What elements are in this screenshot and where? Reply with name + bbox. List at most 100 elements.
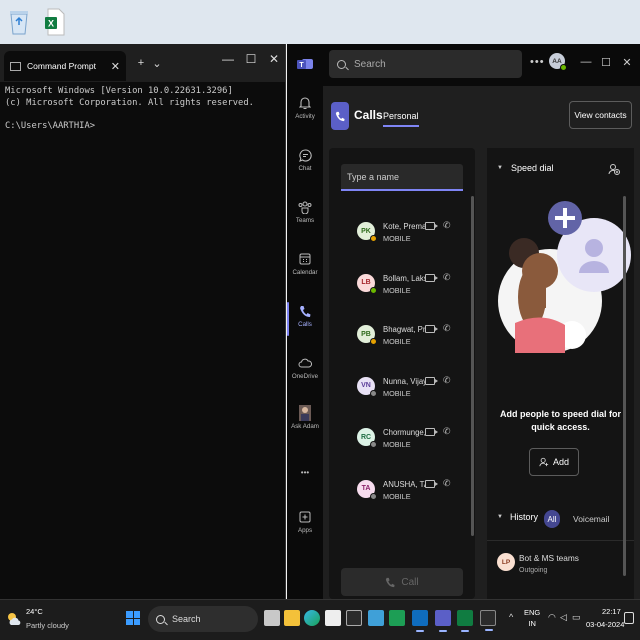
add-person-icon[interactable]: [608, 162, 620, 180]
file-explorer-icon[interactable]: [284, 610, 300, 626]
calls-app-icon: [331, 102, 349, 130]
view-contacts-button[interactable]: View contacts: [569, 101, 632, 129]
notification-bell-icon[interactable]: [624, 612, 634, 624]
call-button[interactable]: Call: [341, 568, 463, 596]
edge-browser-icon[interactable]: [304, 610, 320, 626]
history-item-name[interactable]: Bot & MS teams: [519, 553, 579, 563]
teams-taskbar-icon[interactable]: [435, 610, 451, 632]
cmd-console[interactable]: Microsoft Windows [Version 10.0.22631.32…: [0, 82, 285, 136]
audio-call-icon[interactable]: ✆: [443, 323, 451, 334]
terminal-icon: [10, 61, 21, 71]
notepad-icon[interactable]: [368, 610, 384, 626]
close-button[interactable]: ✕: [264, 52, 284, 66]
clock-time[interactable]: 22:17: [602, 607, 621, 616]
rail-item-chat[interactable]: Chat: [287, 148, 323, 172]
contact-avatar: LB: [357, 273, 377, 294]
outlook-icon[interactable]: [412, 610, 428, 632]
speed-dial-title: Speed dial: [510, 163, 554, 173]
lang-code: ENG: [524, 608, 541, 617]
cmd-tab[interactable]: Command Prompt ✕: [4, 51, 126, 81]
contacts-scrollbar[interactable]: [471, 196, 474, 536]
maximize-button[interactable]: ☐: [241, 52, 261, 66]
avatar-initials: TA: [361, 485, 371, 492]
speed-dial-header[interactable]: ▼ Speed dial: [497, 163, 554, 173]
excel-icon[interactable]: [457, 610, 473, 632]
volume-muted-icon[interactable]: ◁: [560, 612, 567, 623]
rail-item-calendar[interactable]: Calendar: [287, 252, 323, 276]
audio-call-icon[interactable]: ✆: [443, 375, 451, 386]
battery-icon[interactable]: ▭: [572, 612, 581, 623]
video-call-icon[interactable]: [425, 325, 438, 333]
rail-item-ask-adam[interactable]: Ask Adam: [287, 405, 323, 430]
presence-status-icon: [370, 286, 377, 294]
avatar-initials: VN: [361, 382, 371, 389]
contact-row[interactable]: RC Chormunge, ... MOBILE ✆: [329, 420, 475, 464]
start-button[interactable]: [126, 611, 140, 625]
speed-dial-scrollbar[interactable]: [623, 196, 626, 576]
filter-voicemail[interactable]: Voicemail: [573, 514, 609, 524]
video-call-icon[interactable]: [425, 479, 438, 488]
cmd-tab-title: Command Prompt: [27, 61, 96, 71]
speed-dial-pane: ▼ Speed dial Add people to speed dial fo…: [487, 148, 634, 599]
rail-label: Ask Adam: [291, 423, 319, 430]
speed-dial-illustration: [487, 193, 634, 368]
teams-topbar: T Search ••• AA — ☐ ✕: [287, 44, 640, 86]
app-icon[interactable]: [346, 610, 362, 626]
chat-icon: [298, 148, 312, 162]
task-view-icon[interactable]: [264, 610, 280, 626]
minimize-button[interactable]: —: [579, 56, 593, 68]
tab-personal[interactable]: Personal: [383, 111, 419, 127]
recycle-bin-icon[interactable]: [6, 6, 32, 38]
rail-item-calls[interactable]: Calls: [287, 302, 323, 336]
tray-overflow-chevron-icon[interactable]: ^: [509, 612, 513, 622]
rail-item-more[interactable]: •••: [287, 468, 323, 477]
rail-item-onedrive[interactable]: OneDrive: [287, 356, 323, 380]
weather-temp[interactable]: 24°C: [26, 607, 43, 616]
presence-status-icon: [370, 389, 377, 397]
wifi-icon[interactable]: ◠: [548, 612, 556, 623]
maximize-button[interactable]: ☐: [599, 56, 613, 69]
rail-item-activity[interactable]: Activity: [287, 96, 323, 120]
clock-date[interactable]: 03-04-2024: [586, 620, 624, 629]
close-button[interactable]: ✕: [620, 56, 634, 69]
video-call-icon[interactable]: [425, 222, 438, 230]
teams-icon: [298, 200, 312, 214]
audio-call-icon[interactable]: ✆: [443, 272, 451, 283]
weather-desc[interactable]: Partly cloudy: [26, 621, 69, 630]
rail-item-teams[interactable]: Teams: [287, 200, 323, 224]
more-options-icon[interactable]: •••: [530, 56, 545, 68]
video-call-icon[interactable]: [425, 428, 438, 436]
history-header[interactable]: ▼ History: [497, 512, 538, 522]
profile-avatar[interactable]: AA: [549, 53, 567, 71]
contact-number-type: MOBILE: [383, 388, 411, 398]
teams-search-box[interactable]: Search: [329, 50, 522, 78]
language-indicator[interactable]: ENG IN: [524, 607, 540, 629]
spreadsheet-icon[interactable]: [389, 610, 405, 626]
partly-cloudy-icon[interactable]: [6, 611, 22, 627]
filter-all-pill[interactable]: All: [544, 510, 560, 528]
taskbar: 24°C Partly cloudy Search ^ ENG IN ◠ ◁ ▭…: [0, 599, 640, 640]
terminal-taskbar-icon[interactable]: [480, 610, 496, 631]
type-a-name-input[interactable]: Type a name: [341, 164, 463, 191]
contact-row[interactable]: VN Nunna, Vijay... MOBILE ✆: [329, 369, 475, 413]
audio-call-icon[interactable]: ✆: [443, 426, 451, 437]
video-call-icon[interactable]: [425, 376, 438, 385]
contact-row[interactable]: PK Kote, Prema MOBILE ✆: [329, 214, 475, 258]
search-icon: [337, 59, 346, 69]
close-tab-icon[interactable]: ✕: [111, 60, 120, 73]
contact-row[interactable]: LB Bollam, Laks... MOBILE ✆: [329, 266, 475, 310]
add-speed-dial-button[interactable]: Add: [529, 448, 579, 476]
audio-call-icon[interactable]: ✆: [443, 220, 451, 231]
new-tab-button[interactable]: +: [134, 57, 148, 69]
excel-file-icon[interactable]: X: [42, 6, 68, 38]
contact-row[interactable]: TA ANUSHA, TA... MOBILE ✆: [329, 472, 475, 516]
minimize-button[interactable]: —: [218, 52, 238, 66]
collapse-caret-icon: ▼: [497, 514, 503, 520]
audio-call-icon[interactable]: ✆: [443, 478, 451, 489]
contact-row[interactable]: PB Bhagwat, Priti MOBILE ✆: [329, 317, 475, 361]
rail-item-apps[interactable]: Apps: [287, 510, 323, 534]
taskbar-search[interactable]: Search: [148, 606, 258, 632]
tab-dropdown-button[interactable]: ⌄: [150, 57, 164, 70]
video-call-icon[interactable]: [425, 273, 438, 282]
ms-store-icon[interactable]: [325, 610, 341, 626]
